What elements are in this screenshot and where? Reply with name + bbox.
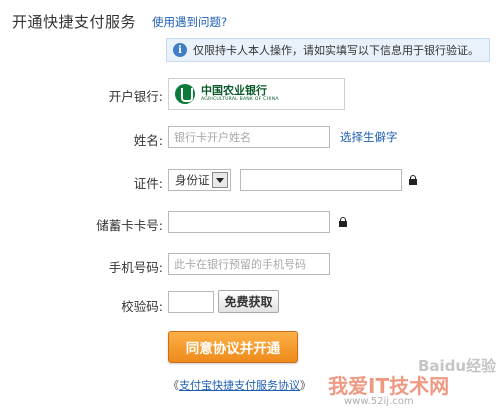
id-type-select[interactable]: 身份证 <box>168 169 231 191</box>
page-title: 开通快捷支付服务 <box>12 13 137 31</box>
notice-text: 仅限持卡人本人操作，请如实填写以下信息用于银行验证。 <box>193 44 479 57</box>
site-url-watermark: www.52ij.com <box>344 396 414 407</box>
agreement: 《支付宝快捷支付服务协议》 <box>168 377 311 393</box>
phone-input[interactable] <box>168 253 330 275</box>
notice-bar: i 仅限持卡人本人操作，请如实填写以下信息用于银行验证。 <box>166 38 490 62</box>
name-label: 姓名: <box>133 133 163 148</box>
bank-name-en: AGRICULTURAL BANK OF CHINA <box>201 97 279 102</box>
bank-label: 开户银行: <box>108 89 163 104</box>
name-input[interactable] <box>168 126 330 148</box>
phone-label: 手机号码: <box>108 260 163 275</box>
pick-rare-char-link[interactable]: 选择生僻字 <box>340 129 398 145</box>
id-type-value: 身份证 <box>175 173 210 187</box>
lock-icon <box>339 217 347 227</box>
help-link[interactable]: 使用遇到问题? <box>152 14 227 30</box>
agreement-suffix: 》 <box>300 379 311 392</box>
agreement-prefix: 《 <box>168 379 179 392</box>
code-label: 校验码: <box>121 299 163 314</box>
id-number-input[interactable] <box>240 169 402 191</box>
bank-logo-box: 中国农业银行 AGRICULTURAL BANK OF CHINA <box>168 78 345 110</box>
bank-name-cn: 中国农业银行 <box>201 84 267 97</box>
get-code-button[interactable]: 免费获取 <box>218 290 279 313</box>
site-watermark: 我爱IT技术网 <box>328 374 450 398</box>
card-label: 储蓄卡卡号: <box>96 218 163 233</box>
agreement-link[interactable]: 支付宝快捷支付服务协议 <box>179 379 300 392</box>
id-label: 证件: <box>133 176 163 191</box>
bank-name: 中国农业银行 AGRICULTURAL BANK OF CHINA <box>201 85 279 103</box>
card-number-input[interactable] <box>168 211 330 233</box>
lock-icon <box>409 175 417 185</box>
chevron-down-icon[interactable] <box>212 172 228 188</box>
abc-bank-logo-icon <box>175 84 195 104</box>
agree-and-open-button[interactable]: 同意协议并开通 <box>168 331 298 363</box>
info-icon: i <box>173 43 187 57</box>
verification-code-input[interactable] <box>168 291 214 313</box>
